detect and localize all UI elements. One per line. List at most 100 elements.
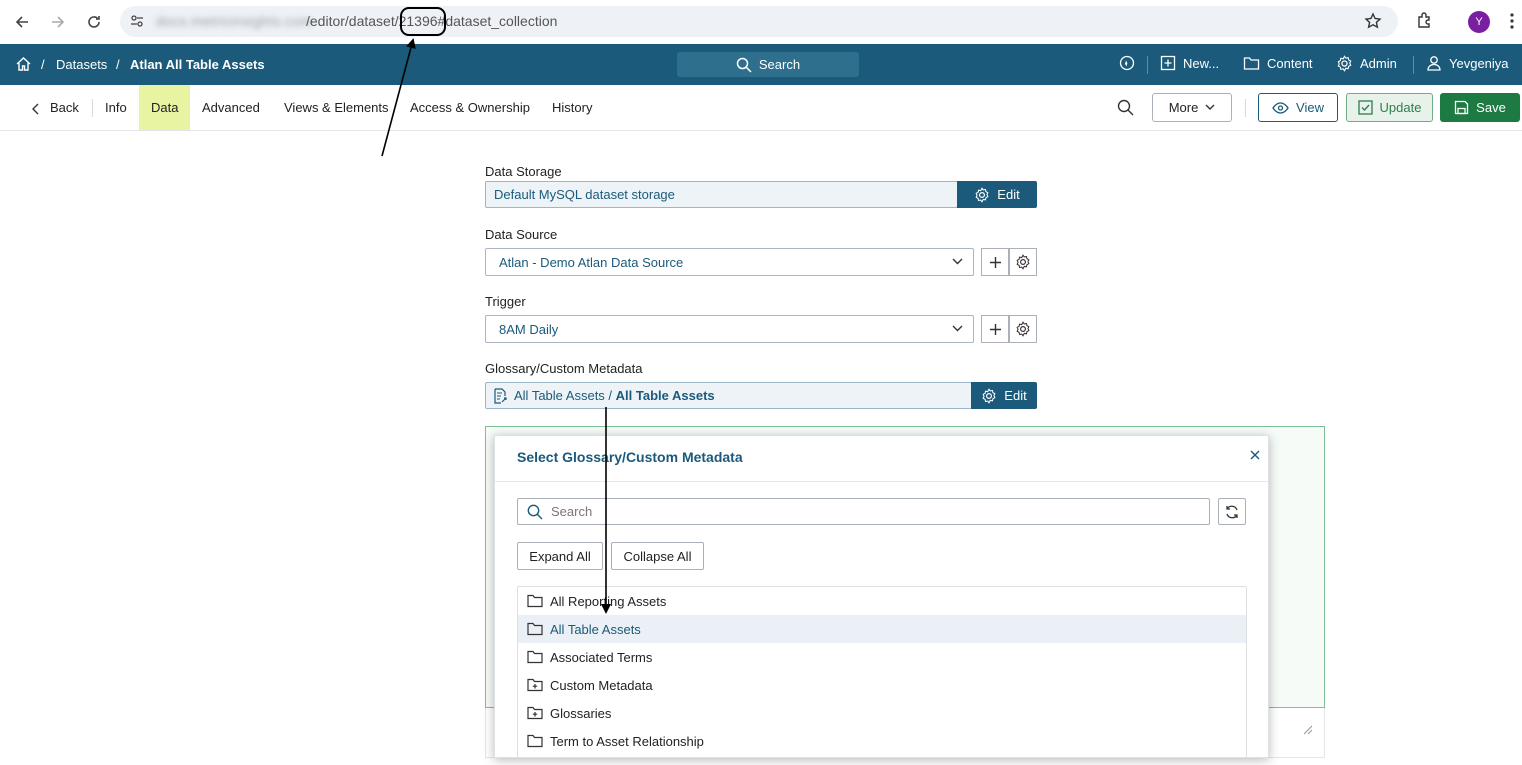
data-source-settings-button[interactable]: [1009, 248, 1037, 276]
update-button[interactable]: Update: [1346, 93, 1433, 122]
more-button[interactable]: More: [1152, 93, 1232, 122]
gear-icon: [1016, 254, 1030, 270]
breadcrumb-separator: /: [116, 57, 120, 72]
chevron-down-icon: [952, 258, 963, 265]
document-link-icon: [494, 387, 507, 404]
tree-item[interactable]: Term to Asset Relationship: [518, 727, 1246, 755]
refresh-icon: [1226, 505, 1238, 518]
tab-advanced[interactable]: Advanced: [202, 85, 260, 130]
tree-item-selected[interactable]: All Table Assets: [518, 615, 1246, 643]
refresh-button[interactable]: [1218, 498, 1246, 525]
dialog-title: Select Glossary/Custom Metadata: [517, 449, 743, 465]
user-menu[interactable]: Yevgeniya: [1426, 55, 1509, 71]
dialog-search-box[interactable]: [517, 498, 1210, 525]
back-arrow-icon[interactable]: [11, 11, 33, 33]
save-disk-icon: [1455, 100, 1469, 115]
toolbar-divider: [92, 99, 93, 117]
eye-icon: [1272, 101, 1289, 114]
url-host: docs.metricinsights.com: [156, 13, 313, 29]
editor-toolbar: Back Info Data Advanced Views & Elements…: [0, 85, 1522, 131]
dialog-search-input[interactable]: [551, 504, 1171, 519]
global-search-label: Search: [758, 57, 801, 72]
glossary-path-prefix: All Table Assets /: [514, 388, 616, 403]
gear-icon: [975, 186, 989, 203]
folder-plus-icon: [527, 678, 543, 692]
tab-info[interactable]: Info: [105, 85, 127, 130]
chevron-left-icon: [32, 103, 39, 115]
data-source-select[interactable]: Atlan - Demo Atlan Data Source: [485, 248, 974, 276]
trigger-label: Trigger: [485, 294, 526, 309]
folder-icon: [1243, 57, 1260, 70]
plus-icon: [989, 323, 1001, 335]
plus-icon: [989, 256, 1001, 268]
bookmark-star-icon[interactable]: [1364, 12, 1382, 30]
gear-icon: [982, 387, 996, 404]
search-icon: [527, 504, 543, 519]
tree-item[interactable]: Glossaries: [518, 699, 1246, 727]
breadcrumb-datasets[interactable]: Datasets: [56, 57, 107, 72]
address-bar[interactable]: docs.metricinsights.com /editor/dataset/…: [120, 6, 1398, 37]
save-button[interactable]: Save: [1440, 93, 1520, 122]
view-button[interactable]: View: [1258, 93, 1338, 122]
folder-icon: [527, 734, 543, 748]
search-icon[interactable]: [1117, 99, 1134, 116]
header-divider: [1413, 56, 1414, 74]
new-menu[interactable]: New...: [1160, 55, 1219, 71]
app-header: / Datasets / Atlan All Table Assets Sear…: [0, 44, 1522, 85]
data-source-label: Data Source: [485, 227, 558, 242]
admin-menu[interactable]: Admin: [1336, 55, 1397, 72]
glossary-tree: All Reporting Assets All Table Assets As…: [517, 586, 1247, 757]
folder-plus-icon: [527, 706, 543, 720]
extensions-icon[interactable]: [1416, 11, 1434, 29]
reload-icon[interactable]: [83, 11, 105, 33]
add-trigger-button[interactable]: [981, 315, 1009, 343]
folder-icon: [527, 650, 543, 664]
user-icon: [1427, 56, 1441, 71]
data-storage-edit-button[interactable]: Edit: [957, 181, 1037, 208]
folder-icon: [527, 622, 543, 636]
resize-handle-icon[interactable]: [1302, 724, 1313, 735]
tree-item[interactable]: Custom Metadata: [518, 671, 1246, 699]
trigger-select[interactable]: 8AM Daily: [485, 315, 974, 343]
search-icon: [736, 57, 752, 73]
tab-history[interactable]: History: [552, 85, 592, 130]
dialog-divider: [495, 481, 1268, 482]
add-data-source-button[interactable]: [981, 248, 1009, 276]
check-square-icon: [1357, 100, 1373, 115]
chevron-down-icon: [952, 325, 963, 332]
glossary-select-dialog: Select Glossary/Custom Metadata Expand A…: [494, 435, 1269, 758]
glossary-path-field: All Table Assets / All Table Assets: [485, 382, 972, 409]
gear-icon: [1016, 321, 1030, 337]
browser-bar: docs.metricinsights.com /editor/dataset/…: [0, 0, 1522, 44]
tab-data[interactable]: Data: [139, 85, 191, 130]
close-icon[interactable]: [1250, 450, 1260, 460]
glossary-label: Glossary/Custom Metadata: [485, 361, 643, 376]
profile-avatar[interactable]: Y: [1468, 11, 1490, 33]
toolbar-divider: [1245, 99, 1246, 117]
expand-all-button[interactable]: Expand All: [517, 542, 603, 570]
breadcrumb-current: Atlan All Table Assets: [130, 57, 265, 72]
chevron-down-icon: [1205, 104, 1215, 110]
tree-item[interactable]: All Reporting Assets: [518, 587, 1246, 615]
glossary-edit-button[interactable]: Edit: [971, 382, 1037, 409]
content-menu[interactable]: Content: [1243, 55, 1313, 71]
collapse-all-button[interactable]: Collapse All: [611, 542, 704, 570]
forward-arrow-icon[interactable]: [47, 11, 69, 33]
trigger-settings-button[interactable]: [1009, 315, 1037, 343]
folder-icon: [527, 594, 543, 608]
url-path: /editor/dataset/21396#dataset_collection: [306, 13, 558, 29]
browser-menu-icon[interactable]: [1510, 12, 1514, 30]
glossary-path-current: All Table Assets: [615, 388, 715, 403]
data-storage-label: Data Storage: [485, 164, 562, 179]
tab-access-ownership[interactable]: Access & Ownership: [410, 85, 530, 130]
tab-views-elements[interactable]: Views & Elements: [284, 85, 389, 130]
home-icon[interactable]: [15, 56, 32, 72]
site-settings-icon[interactable]: [129, 13, 145, 29]
global-search-button[interactable]: Search: [677, 52, 859, 77]
back-button[interactable]: Back: [31, 85, 79, 130]
ai-assistant-icon[interactable]: [1119, 55, 1135, 71]
tree-item[interactable]: Associated Terms: [518, 643, 1246, 671]
plus-square-icon: [1160, 55, 1176, 71]
breadcrumb-separator: /: [41, 57, 45, 72]
gear-icon: [1337, 55, 1352, 72]
